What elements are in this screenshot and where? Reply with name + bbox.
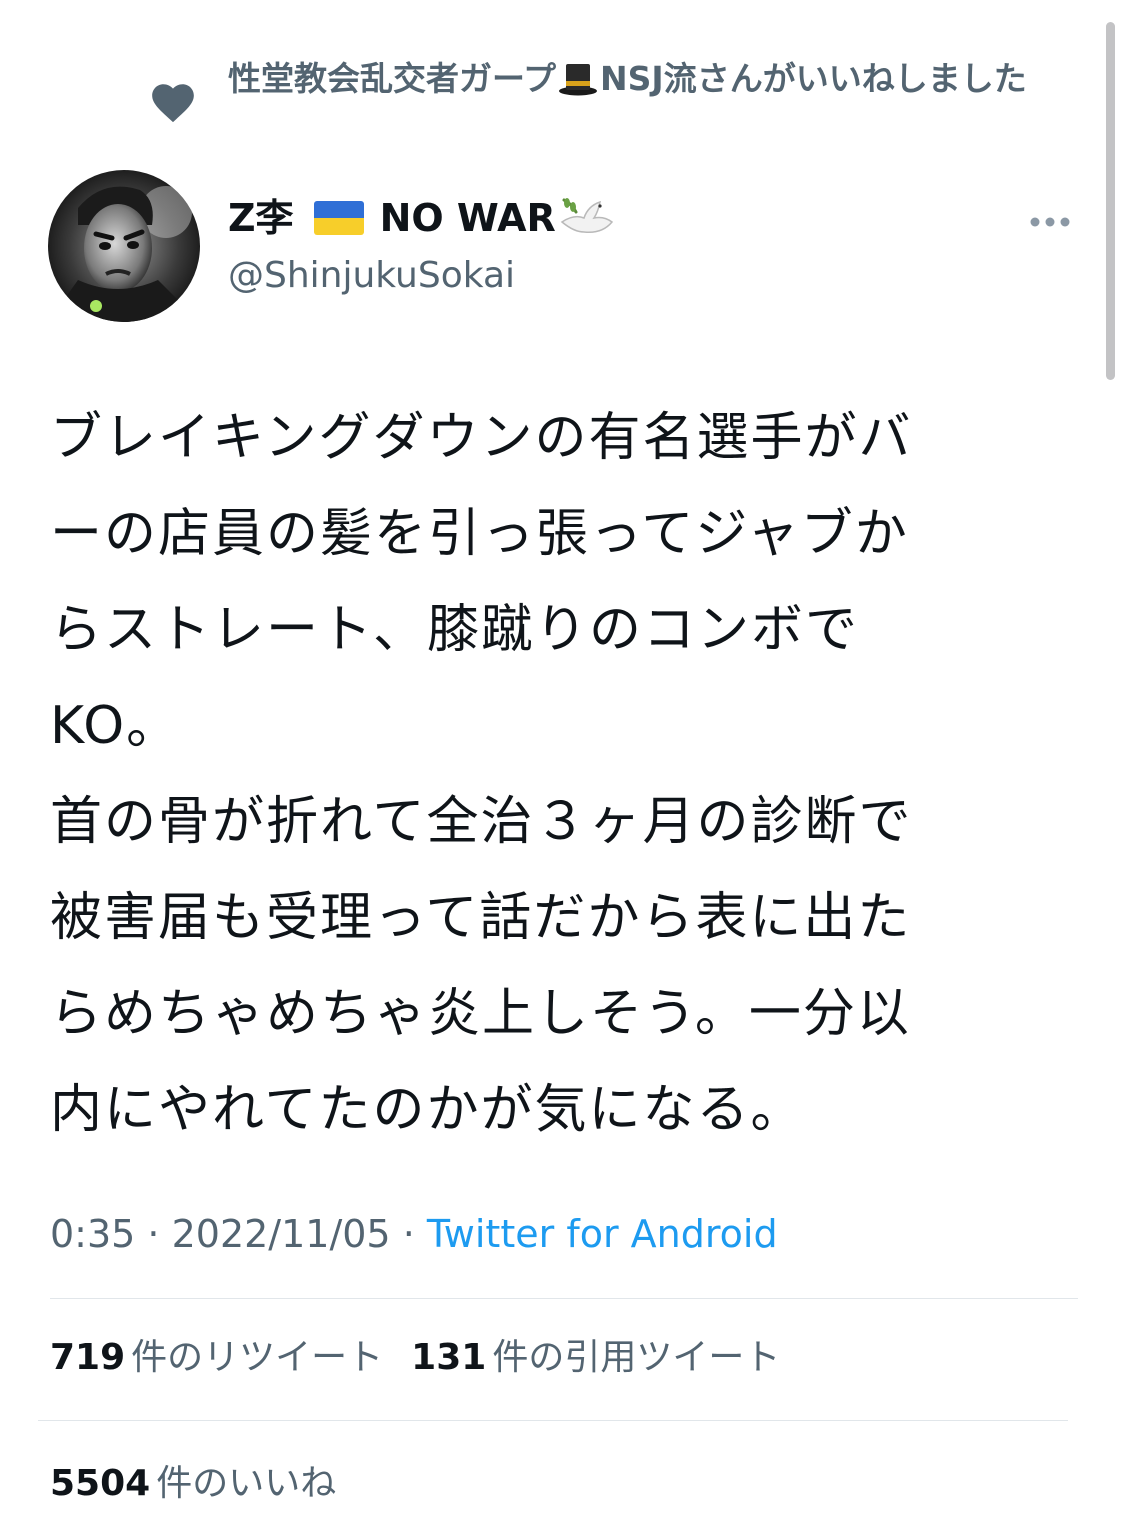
quotes-count: 131 [411, 1337, 487, 1378]
tweet-line: らストレート、膝蹴りのコンボで [50, 600, 859, 660]
tweet-line: ブレイキングダウンの有名選手がバ [50, 408, 913, 468]
avatar-image [48, 170, 200, 322]
author-block[interactable]: Z李 NO WAR @ShinjukuSokai [228, 190, 616, 302]
likes-label: 件のいいね [156, 1463, 337, 1504]
user-handle[interactable]: @ShinjukuSokai [228, 250, 616, 302]
tweet-line: 首の骨が折れて全治３ヶ月の診断で [50, 792, 913, 852]
tweet-metadata: 0:35 · 2022/11/05 · Twitter for Android [50, 1206, 778, 1262]
tweet-line: ーの店員の髪を引っ張ってジャブか [50, 504, 909, 564]
quotes-label: 件の引用ツイート [492, 1337, 781, 1378]
divider [38, 1420, 1068, 1421]
engagement-stats: 719 件のリツイート 131 件の引用ツイート [50, 1330, 808, 1386]
tweet-line: らめちゃめちゃ炎上しそう。一分以 [50, 984, 911, 1044]
retweets-stat[interactable]: 719 件のリツイート [50, 1330, 383, 1386]
liker-name-start: 性堂教会乱交者ガープ [228, 59, 557, 98]
social-context-text: 性堂教会乱交者ガープ NSJ流さんがいいねしました [228, 56, 1068, 102]
meta-separator: · [390, 1212, 427, 1256]
tweet-source-link[interactable]: Twitter for Android [427, 1212, 778, 1256]
tweet-line: 被害届も受理って話だから表に出た [50, 888, 912, 948]
meta-separator: · [135, 1212, 172, 1256]
top-hat-icon [559, 64, 598, 96]
tweet-line: 内にやれてたのかが気になる。 [50, 1080, 805, 1140]
tweet-text: ブレイキングダウンの有名選手がバ ーの店員の髪を引っ張ってジャブか らストレート… [50, 390, 1060, 1158]
tweet-time[interactable]: 0:35 [50, 1212, 135, 1256]
heart-icon [152, 84, 194, 123]
avatar[interactable] [48, 170, 200, 322]
dove-icon [560, 198, 613, 234]
divider [50, 1298, 1078, 1299]
quotes-stat[interactable]: 131 件の引用ツイート [411, 1330, 780, 1386]
likes-stat[interactable]: 5504 件のいいね [50, 1456, 336, 1512]
ukraine-flag-icon [313, 201, 364, 235]
likes-count: 5504 [50, 1463, 151, 1504]
display-name-part1: Z李 [228, 196, 294, 240]
social-context[interactable]: 性堂教会乱交者ガープ NSJ流さんがいいねしました [148, 56, 1068, 128]
tweet-date[interactable]: 2022/11/05 [172, 1212, 391, 1256]
display-name[interactable]: Z李 NO WAR [228, 190, 616, 246]
retweets-label: 件のリツイート [131, 1337, 384, 1378]
liker-name-end: NSJ流さんがいいねしました [600, 59, 1027, 98]
scrollbar[interactable] [1106, 22, 1115, 380]
more-options-icon[interactable] [1026, 204, 1074, 240]
display-name-part2: NO WAR [379, 196, 556, 240]
retweets-count: 719 [50, 1337, 126, 1378]
tweet-line: KO。 [50, 696, 181, 756]
